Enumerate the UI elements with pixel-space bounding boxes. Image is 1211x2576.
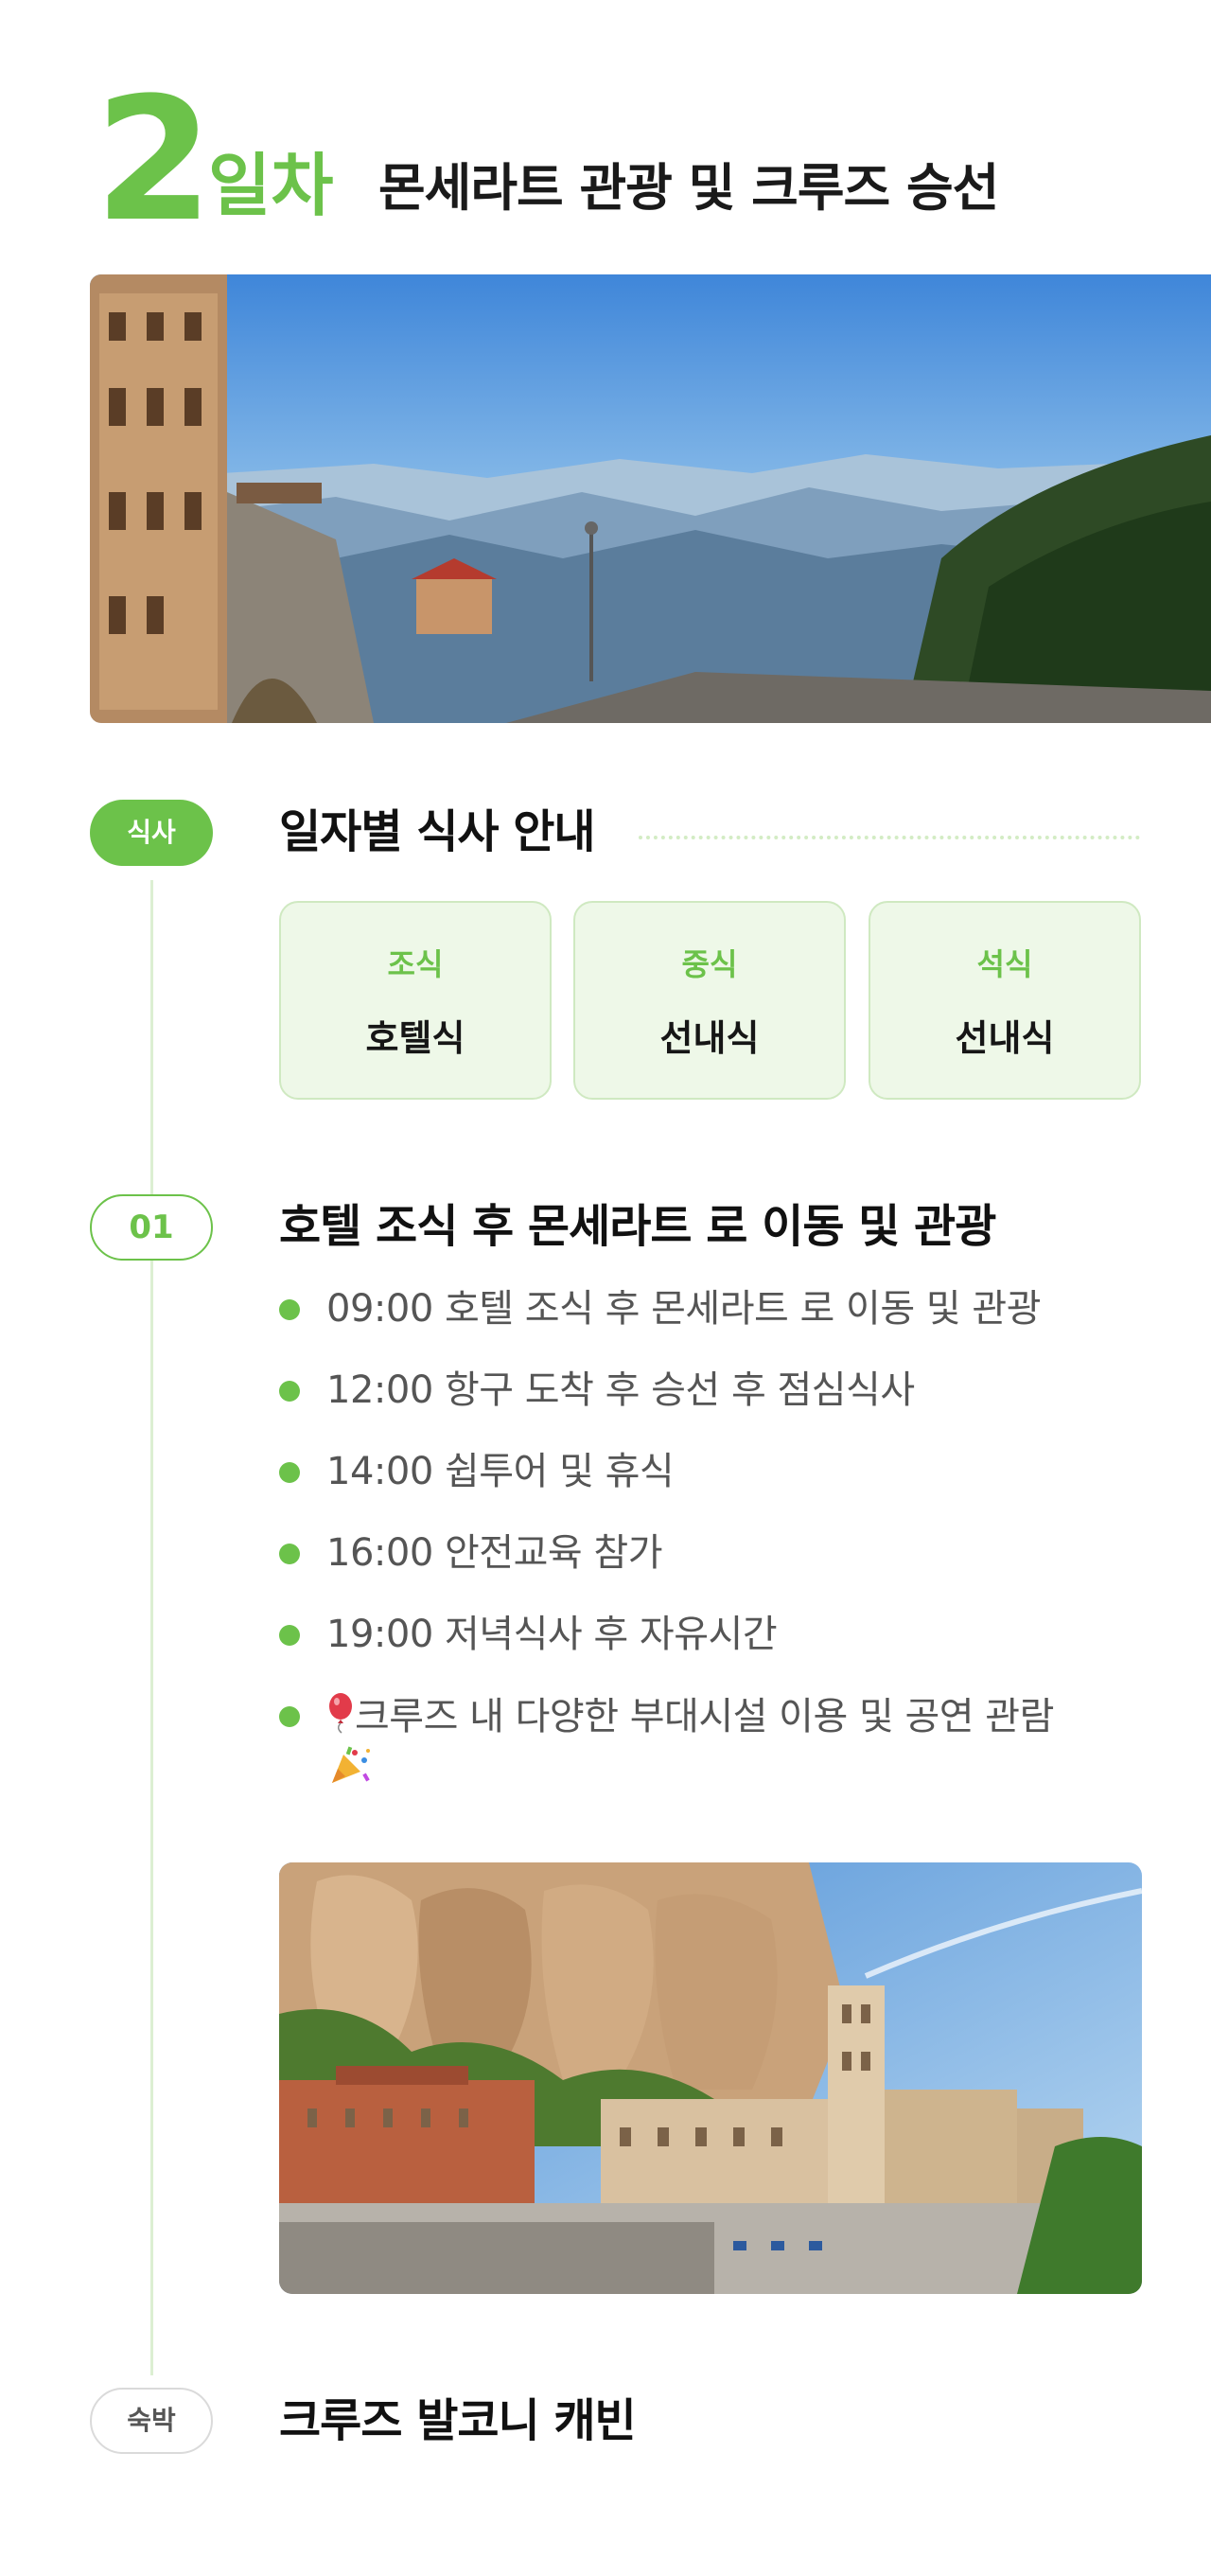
schedule-item: 19:00 저녁식사 후 자유시간 [279,1611,1150,1658]
schedule-item: 09:00 호텔 조식 후 몬세라트 로 이동 및 관광 [279,1285,1150,1332]
meal-section-title: 일자별 식사 안내 [279,805,596,858]
meal-badge: 식사 [90,800,213,866]
stay-badge: 숙박 [90,2388,213,2454]
schedule-item-text: 크루즈 내 다양한 부대시설 이용 및 공연 관람 [355,1695,1054,1738]
schedule-item: 12:00 항구 도착 후 승선 후 점심식사 [279,1367,1150,1414]
day-number: 2 [95,62,213,259]
timeline-line [150,880,153,2375]
meal-card-breakfast: 조식 호텔식 [279,901,552,1100]
bullet-dot [279,1706,300,1727]
schedule-item-text: 16:00 안전교육 참가 [326,1531,663,1575]
meal-card-lunch: 중식 선내식 [573,901,846,1100]
schedule-item-text: 12:00 항구 도착 후 승선 후 점심식사 [326,1368,915,1412]
balloon-icon [326,1692,355,1745]
dotted-divider [639,836,1140,839]
bullet-dot [279,1625,300,1646]
meal-card-dinner: 석식 선내식 [869,901,1141,1100]
schedule-title: 호텔 조식 후 몬세라트 로 이동 및 관광 [279,1200,996,1253]
bullet-dot [279,1381,300,1402]
montserrat-view-photo [90,274,1211,723]
stay-title: 크루즈 발코니 캐빈 [279,2394,637,2447]
day-suffix: 일차 [208,146,334,225]
meal-value: 호텔식 [365,1016,465,1059]
schedule-list: 09:00 호텔 조식 후 몬세라트 로 이동 및 관광 12:00 항구 도착… [279,1285,1150,1832]
schedule-item: 14:00 쉽투어 및 휴식 [279,1448,1150,1495]
day-title: 몬세라트 관광 및 크루즈 승선 [378,158,999,218]
schedule-step-badge: 01 [90,1194,213,1261]
meal-label: 석식 [976,945,1033,982]
party-popper-icon [326,1745,372,1798]
schedule-item-text: 19:00 저녁식사 후 자유시간 [326,1613,778,1656]
meal-value: 선내식 [955,1016,1055,1059]
meal-label: 조식 [387,945,444,982]
meal-value: 선내식 [659,1016,760,1059]
bullet-dot [279,1299,300,1320]
bullet-dot [279,1462,300,1483]
schedule-item: 16:00 안전교육 참가 [279,1529,1150,1577]
schedule-item: 크루즈 내 다양한 부대시설 이용 및 공연 관람 [279,1692,1150,1798]
bullet-dot [279,1544,300,1564]
meal-label: 중식 [681,945,738,982]
montserrat-monastery-photo [279,1862,1142,2294]
schedule-item-text: 14:00 쉽투어 및 휴식 [326,1450,675,1493]
schedule-item-text: 09:00 호텔 조식 후 몬세라트 로 이동 및 관광 [326,1287,1042,1331]
